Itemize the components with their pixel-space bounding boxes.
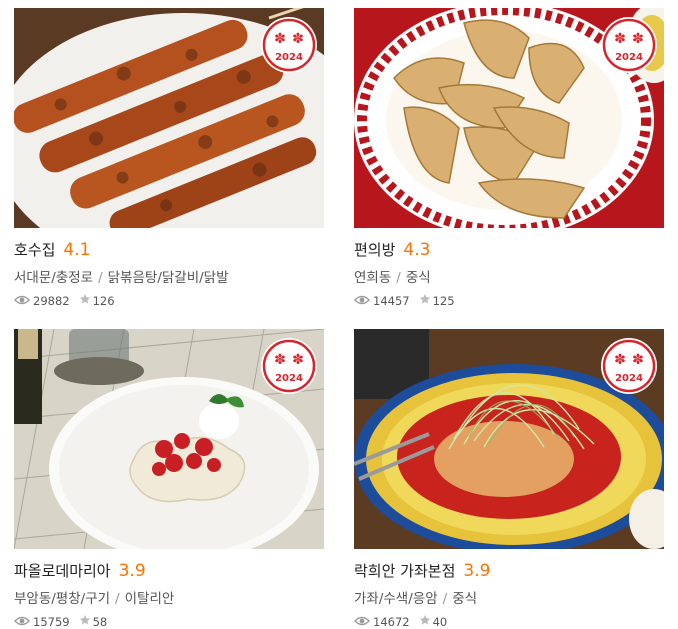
badge-year: 2024 xyxy=(615,52,643,63)
star-icon xyxy=(79,293,91,308)
svg-text:✽: ✽ xyxy=(274,352,286,368)
restaurant-score: 4.3 xyxy=(403,240,431,260)
restaurant-area: 가좌/수색/응암 xyxy=(354,591,438,607)
svg-text:✽: ✽ xyxy=(632,31,644,47)
restaurant-name[interactable]: 파올로데마리아 xyxy=(14,560,111,581)
review-count: 40 xyxy=(432,614,448,629)
restaurant-name[interactable]: 락희안 가좌본점 xyxy=(354,560,455,581)
restaurant-category: 이탈리안 xyxy=(124,591,175,607)
svg-text:✽: ✽ xyxy=(614,31,626,47)
restaurant-card[interactable]: ✽ ✽ 2024 호수집 4.1 서대문/충정로 / 닭볶음탕/닭갈비/닭발 298… xyxy=(14,8,324,308)
award-2024-badge: ✽ ✽ 2024 xyxy=(260,337,318,395)
review-count: 58 xyxy=(92,614,108,629)
restaurant-name[interactable]: 편의방 xyxy=(354,239,395,260)
eye-icon xyxy=(14,615,30,629)
svg-text:✽: ✽ xyxy=(614,352,626,368)
meta-separator: / xyxy=(98,270,103,286)
meta-separator: / xyxy=(115,591,120,607)
review-count: 126 xyxy=(92,293,115,308)
restaurant-category: 닭볶음탕/닭갈비/닭발 xyxy=(107,270,229,286)
restaurant-photo[interactable]: ✽ ✽ 2024 xyxy=(14,329,324,549)
restaurant-name[interactable]: 호수집 xyxy=(14,239,55,260)
award-2024-badge: ✽ ✽ 2024 xyxy=(600,16,658,74)
view-count: 15759 xyxy=(33,614,70,629)
restaurant-area: 서대문/충정로 xyxy=(14,270,94,286)
restaurant-card[interactable]: ✽ ✽ 2024 편의방 4.3 연희동 / 중식 14457 125 xyxy=(354,8,664,308)
restaurant-score: 3.9 xyxy=(463,561,491,581)
review-count: 125 xyxy=(432,293,455,308)
svg-text:✽: ✽ xyxy=(292,31,304,47)
meta-separator: / xyxy=(396,270,401,286)
restaurant-photo[interactable]: ✽ ✽ 2024 xyxy=(14,8,324,228)
restaurant-photo[interactable]: ✽ ✽ 2024 xyxy=(354,8,664,228)
restaurant-score: 4.1 xyxy=(63,240,91,260)
restaurant-category: 중식 xyxy=(452,591,478,607)
badge-year: 2024 xyxy=(615,373,643,384)
eye-icon xyxy=(354,294,370,308)
award-2024-badge: ✽ ✽ 2024 xyxy=(600,337,658,395)
badge-year: 2024 xyxy=(275,373,303,384)
restaurant-area: 부암동/평창/구기 xyxy=(14,591,111,607)
restaurant-score: 3.9 xyxy=(118,561,146,581)
meta-separator: / xyxy=(442,591,448,607)
badge-year: 2024 xyxy=(275,52,303,63)
svg-text:✽: ✽ xyxy=(632,352,644,368)
restaurant-card[interactable]: ✽ ✽ 2024 락희안 가좌본점 3.9 가좌/수색/응암 / 중식 14672 … xyxy=(354,329,664,629)
eye-icon xyxy=(354,615,370,629)
eye-icon xyxy=(14,294,30,308)
view-count: 14457 xyxy=(373,293,410,308)
star-icon xyxy=(419,293,431,308)
restaurant-photo[interactable]: ✽ ✽ 2024 xyxy=(354,329,664,549)
restaurant-card[interactable]: ✽ ✽ 2024 파올로데마리아 3.9 부암동/평창/구기 / 이탈리안 1575… xyxy=(14,329,324,629)
restaurant-category: 중식 xyxy=(405,270,431,286)
restaurant-area: 연희동 xyxy=(354,270,392,286)
view-count: 14672 xyxy=(373,614,410,629)
svg-text:✽: ✽ xyxy=(292,352,304,368)
view-count: 29882 xyxy=(33,293,70,308)
svg-text:✽: ✽ xyxy=(274,31,286,47)
award-2024-badge: ✽ ✽ 2024 xyxy=(260,16,318,74)
